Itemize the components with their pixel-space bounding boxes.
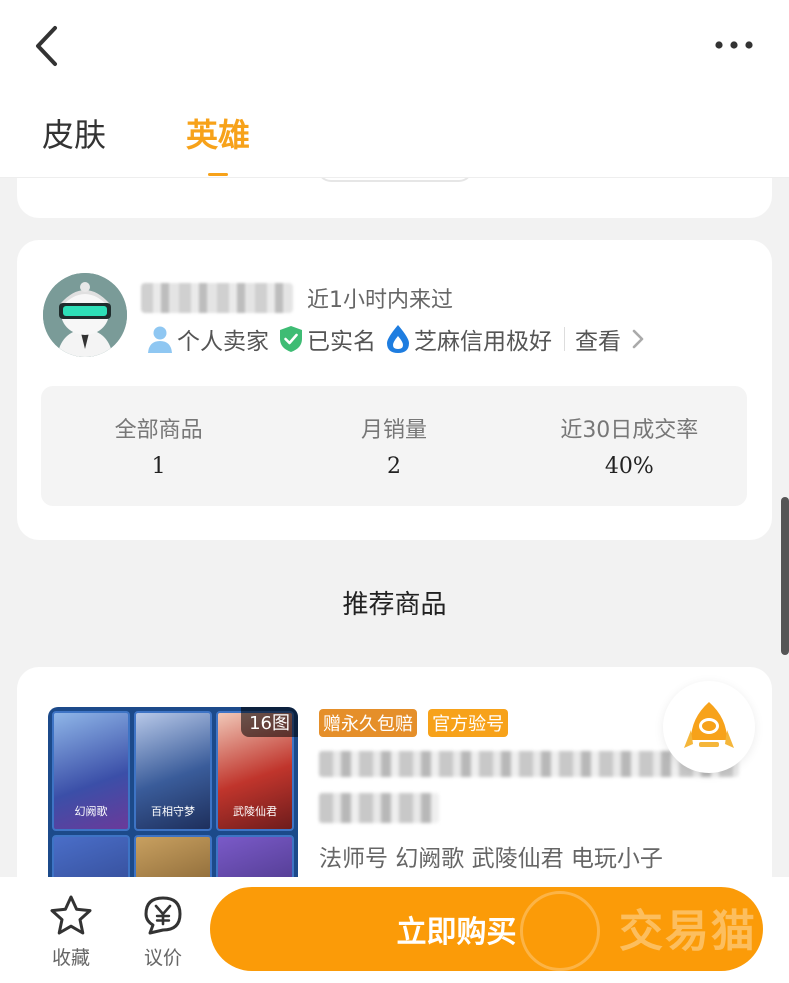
bargain-button[interactable]: 议价: [128, 895, 198, 970]
thumb-cell: 百相守梦: [134, 711, 212, 831]
photo-count-badge: 16图: [241, 707, 298, 737]
favorite-button[interactable]: 收藏: [36, 895, 106, 970]
badge-divider: [564, 327, 565, 351]
badge-sesame-credit-label: 芝麻信用极好: [414, 329, 552, 355]
back-button[interactable]: [26, 22, 66, 70]
thumb-hero-name: 武陵仙君: [233, 805, 277, 818]
top-bar: 皮肤 英雄: [0, 0, 789, 178]
stat-deal-rate: 近30日成交率 40%: [512, 386, 747, 506]
bargain-label: 议价: [143, 947, 182, 969]
person-icon: [148, 326, 172, 353]
product-keywords: 法师号 幻阙歌 武陵仙君 电玩小子: [319, 846, 663, 872]
rocket-icon: [684, 702, 734, 748]
stat-deal-rate-value: 40%: [604, 454, 654, 479]
chevron-left-icon: [36, 26, 57, 66]
product-title-blurred-line2: [319, 793, 439, 823]
watermark-cat-logo: [520, 891, 600, 971]
last-seen-text: 近1小时内来过: [307, 288, 453, 313]
scrollbar[interactable]: [781, 497, 789, 655]
stat-all-products[interactable]: 全部商品 1: [41, 386, 276, 506]
watermark-text: 交易猫: [619, 906, 757, 957]
tab-heroes[interactable]: 英雄: [186, 110, 250, 160]
tab-skins[interactable]: 皮肤: [42, 110, 106, 160]
buy-now-button[interactable]: 立即购买 交易猫: [210, 887, 763, 971]
tab-bar: 皮肤 英雄: [42, 110, 250, 160]
avatar-illustration: [43, 273, 127, 357]
view-seller-label: 查看: [575, 329, 621, 355]
badge-personal-seller-label: 个人卖家: [177, 329, 269, 355]
buy-now-label: 立即购买: [396, 915, 517, 950]
badge-verified: 已实名: [279, 322, 376, 356]
seller-name-blurred[interactable]: [141, 283, 293, 313]
tag-official-verified: 官方验号: [428, 709, 509, 737]
view-seller-link[interactable]: 查看: [575, 322, 645, 356]
seller-name-row: 近1小时内来过: [141, 282, 453, 314]
stat-all-products-value: 1: [151, 454, 166, 479]
seller-badges: 个人卖家 已实名 芝麻信用极好 查看: [147, 322, 645, 356]
bottom-action-bar: 收藏 议价 立即购买 交易猫: [0, 877, 789, 983]
stat-all-products-label: 全部商品: [114, 418, 203, 443]
more-dots-icon: [715, 41, 753, 49]
tag-compensation: 赠永久包赔: [319, 709, 417, 737]
stat-monthly-sales-label: 月销量: [360, 418, 427, 443]
badge-sesame-credit: 芝麻信用极好: [386, 322, 552, 356]
sesame-credit-icon: [387, 325, 409, 353]
back-to-top-button[interactable]: [663, 681, 755, 773]
recommend-section-title: 推荐商品: [342, 590, 447, 620]
star-icon: [50, 895, 92, 935]
stat-monthly-sales-value: 2: [386, 454, 401, 479]
stat-monthly-sales: 月销量 2: [276, 386, 511, 506]
thumb-cell: 幻阙歌: [52, 711, 130, 831]
chevron-right-icon: [632, 329, 644, 349]
verified-shield-icon: [280, 326, 302, 352]
avatar[interactable]: [43, 273, 127, 357]
seller-stats: 全部商品 1 月销量 2 近30日成交率 40%: [41, 386, 747, 506]
stat-deal-rate-label: 近30日成交率: [560, 418, 699, 443]
thumb-hero-name: 幻阙歌: [74, 805, 108, 818]
thumb-hero-name: 百相守梦: [151, 805, 195, 818]
more-button[interactable]: [709, 30, 759, 60]
badge-personal-seller: 个人卖家: [147, 322, 269, 356]
favorite-label: 收藏: [51, 947, 90, 969]
yuan-chat-icon: [144, 896, 182, 935]
seller-card: 近1小时内来过 个人卖家 已实名 芝麻信用极好 查看 全部商品 1 月销量 2 …: [17, 240, 772, 540]
badge-verified-label: 已实名: [307, 329, 376, 355]
